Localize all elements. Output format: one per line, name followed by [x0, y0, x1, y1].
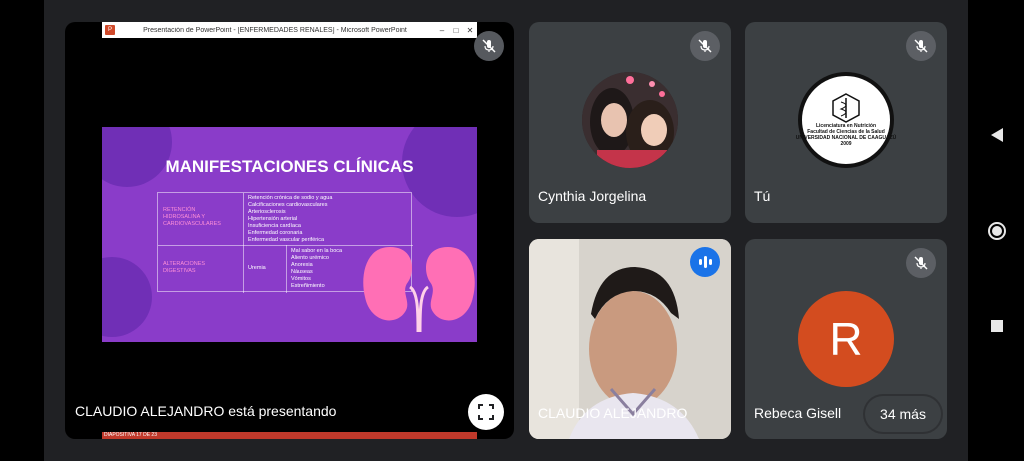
participant-name: CLAUDIO ALEJANDRO	[538, 405, 688, 421]
participant-tile-self[interactable]: Licenciatura en Nutrición Facultad de Ci…	[745, 22, 947, 223]
participant-name: Tú	[754, 188, 771, 204]
table-cell: Uremia	[248, 265, 266, 271]
table-cell: Retención crónica de sodio y agua Calcif…	[248, 195, 333, 243]
table-cell: Mal sabor en la boca Aliento urémico Ano…	[291, 248, 343, 289]
presenter-label: CLAUDIO ALEJANDRO está presentando	[75, 403, 337, 419]
table-cell: RETENCIÓN HIDROSALINA Y CARDIOVASCULARES	[163, 207, 221, 227]
powerpoint-status-bar: DIAPOSITIVA 17 DE 23	[102, 432, 477, 439]
table-divider	[243, 193, 244, 293]
more-participants-button[interactable]: 34 más	[865, 396, 941, 432]
maximize-icon: □	[453, 25, 459, 35]
slide: MANIFESTACIONES CLÍNICAS RETENCIÓN HIDRO…	[102, 127, 477, 342]
powerpoint-icon: P	[105, 25, 115, 35]
back-icon	[991, 128, 1003, 142]
android-screen: P Presentación de PowerPoint - [ENFERMED…	[0, 0, 1024, 461]
table-cell: ALTERACIONES DIGESTIVAS	[163, 261, 206, 274]
slide-decoration	[102, 257, 152, 337]
mic-off-icon	[690, 31, 720, 61]
participant-name: Cynthia Jorgelina	[538, 188, 647, 204]
mic-off-icon	[474, 31, 504, 61]
fullscreen-icon	[478, 404, 494, 420]
university-logo: Licenciatura en Nutrición Facultad de Ci…	[795, 72, 897, 168]
minimize-icon: –	[439, 25, 445, 35]
participant-tile-rebeca[interactable]: R Rebeca Gisell 34 más	[745, 239, 947, 439]
seal-text: Licenciatura en Nutrición Facultad de Ci…	[795, 123, 897, 147]
home-button[interactable]	[986, 220, 1008, 242]
avatar	[582, 72, 678, 168]
fullscreen-button[interactable]	[468, 394, 504, 430]
participant-tile-claudio[interactable]: CLAUDIO ALEJANDRO	[529, 239, 731, 439]
caduceus-icon	[832, 93, 860, 123]
window-title: Presentación de PowerPoint - [ENFERMEDAD…	[143, 26, 407, 34]
presentation-tile[interactable]: P Presentación de PowerPoint - [ENFERMED…	[65, 22, 514, 439]
powerpoint-window: P Presentación de PowerPoint - [ENFERMED…	[102, 22, 477, 439]
kidneys-illustration	[363, 247, 475, 332]
participant-name: Rebeca Gisell	[754, 405, 842, 421]
home-icon	[988, 222, 1006, 240]
android-nav-bar	[968, 0, 1024, 461]
recents-icon	[991, 320, 1003, 332]
speaking-indicator	[690, 247, 720, 277]
avatar: R	[798, 291, 894, 387]
slide-title: MANIFESTACIONES CLÍNICAS	[165, 157, 414, 176]
close-icon: ✕	[466, 25, 474, 35]
mic-off-icon	[906, 248, 936, 278]
recents-button[interactable]	[986, 315, 1008, 337]
table-divider	[286, 245, 287, 293]
powerpoint-titlebar: P Presentación de PowerPoint - [ENFERMED…	[102, 22, 477, 38]
mic-off-icon	[906, 31, 936, 61]
participant-tile-cynthia[interactable]: Cynthia Jorgelina	[529, 22, 731, 223]
back-button[interactable]	[986, 124, 1008, 146]
